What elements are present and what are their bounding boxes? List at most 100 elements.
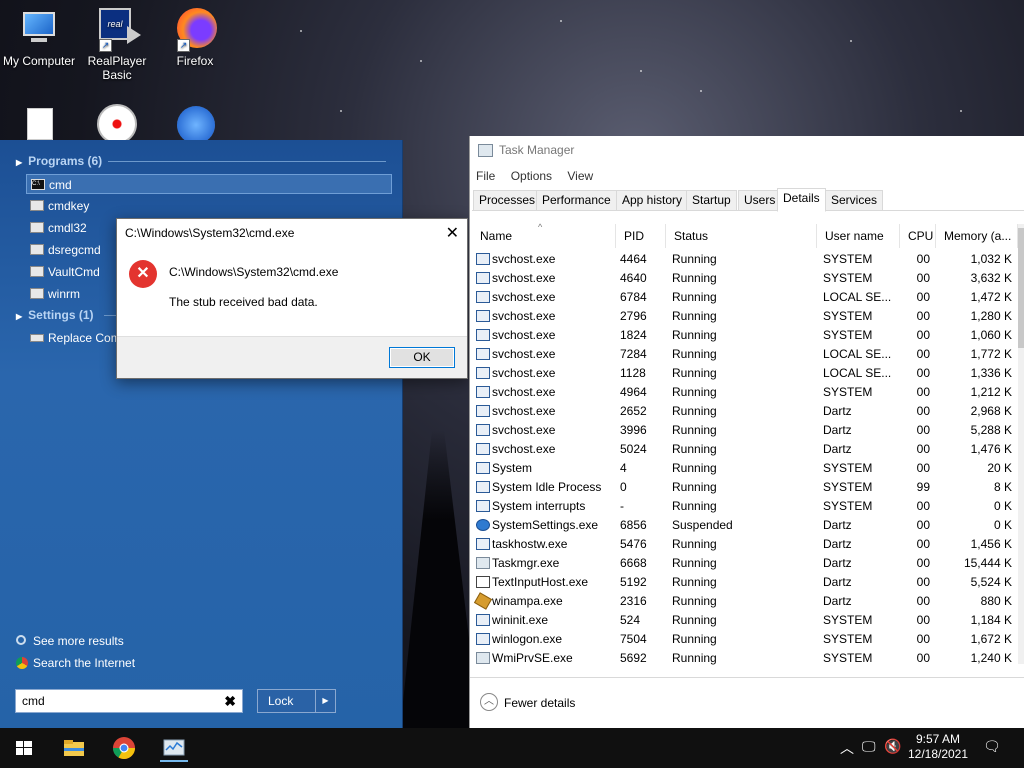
tab-users[interactable]: Users (738, 190, 782, 211)
tab-processes[interactable]: Processes (473, 190, 542, 211)
see-more-results-link[interactable]: See more results (16, 634, 124, 648)
title-bar[interactable]: Task Manager (470, 136, 1024, 165)
ok-button[interactable]: OK (389, 347, 455, 368)
desktop-icon-firefox[interactable]: ↗ Firefox (155, 8, 235, 68)
cell-name: SystemSettings.exe (492, 518, 599, 532)
cell-cpu: 00 (916, 404, 930, 418)
table-row[interactable]: svchost.exe 4464 Running SYSTEM 00 1,032 K (472, 250, 1024, 269)
realplayer-icon: real ↗ (97, 8, 141, 52)
table-row[interactable]: svchost.exe 7284 Running LOCAL SE... 00 1,772… (472, 345, 1024, 364)
cell-name: svchost.exe (492, 423, 556, 437)
table-row[interactable]: winlogon.exe 7504 Running SYSTEM 00 1,672 K (472, 630, 1024, 649)
task-manager-icon[interactable] (160, 734, 188, 762)
vertical-scrollbar[interactable] (1018, 224, 1024, 664)
cell-name: svchost.exe (492, 442, 556, 456)
table-row[interactable]: svchost.exe 1128 Running LOCAL SE... 00 1,336… (472, 364, 1024, 383)
table-row[interactable]: svchost.exe 6784 Running LOCAL SE... 00 1,472… (472, 288, 1024, 307)
cell-pid: 6856 (620, 518, 647, 532)
cell-status: Running (672, 461, 717, 475)
lock-button[interactable]: Lock ▶ (257, 689, 336, 713)
cell-pid: 7284 (620, 347, 647, 361)
cell-user: LOCAL SE... (823, 347, 892, 361)
table-row[interactable]: wininit.exe 524 Running SYSTEM 00 1,184 K (472, 611, 1024, 630)
cell-name: svchost.exe (492, 271, 556, 285)
cell-user: Dartz (823, 404, 852, 418)
table-row[interactable]: SystemSettings.exe 6856 Suspended Dartz 00 0 … (472, 516, 1024, 535)
clear-search-icon[interactable]: ✖ (224, 690, 236, 712)
programs-header[interactable]: ▶ Programs (6) (16, 154, 102, 168)
expand-triangle-icon: ▶ (16, 312, 23, 321)
service-host-icon (476, 253, 490, 265)
tab-services[interactable]: Services (825, 190, 884, 211)
volume-muted-icon[interactable]: 🔇 (884, 738, 901, 755)
tab-app-history[interactable]: App history (616, 190, 689, 211)
program-item-cmd[interactable]: C:\ cmd (26, 174, 392, 194)
search-internet-link[interactable]: Search the Internet (16, 656, 135, 670)
file-explorer-icon[interactable] (60, 734, 88, 762)
table-row[interactable]: svchost.exe 3996 Running Dartz 00 5,288 K (472, 421, 1024, 440)
cell-mem: 0 K (993, 499, 1012, 513)
service-host-icon (476, 481, 490, 493)
menu-file[interactable]: File (476, 169, 495, 183)
table-row[interactable]: svchost.exe 2796 Running SYSTEM 00 1,280 K (472, 307, 1024, 326)
table-row[interactable]: System 4 Running SYSTEM 00 20 K (472, 459, 1024, 478)
desktop-icon-realplayer[interactable]: real ↗ RealPlayer Basic (77, 8, 157, 82)
tab-startup[interactable]: Startup (686, 190, 737, 211)
settings-header[interactable]: ▶ Settings (1) (16, 308, 94, 322)
cell-mem: 3,632 K (970, 271, 1012, 285)
process-list: svchost.exe 4464 Running SYSTEM 00 1,032 Ksvc… (472, 250, 1024, 668)
cell-name: svchost.exe (492, 404, 556, 418)
table-row[interactable]: winampa.exe 2316 Running Dartz 00 880 K (472, 592, 1024, 611)
cell-user: LOCAL SE... (823, 366, 892, 380)
column-header-memory[interactable]: Memory (a... (936, 224, 1018, 248)
tree-silhouette (400, 430, 480, 730)
firefox-icon: ↗ (175, 8, 217, 52)
cell-status: Running (672, 480, 717, 494)
table-row[interactable]: taskhostw.exe 5476 Running Dartz 00 1,456 K (472, 535, 1024, 554)
column-header-pid[interactable]: PID (616, 224, 666, 248)
cell-mem: 880 K (980, 594, 1012, 608)
menu-view[interactable]: View (567, 169, 593, 183)
fewer-details-button[interactable]: ︿ Fewer details (480, 693, 575, 713)
tab-details[interactable]: Details (777, 188, 826, 212)
table-row[interactable]: System Idle Process 0 Running SYSTEM 99 8 K (472, 478, 1024, 497)
menu-options[interactable]: Options (511, 169, 552, 183)
table-row[interactable]: svchost.exe 5024 Running Dartz 00 1,476 K (472, 440, 1024, 459)
network-icon[interactable]: 🖵 (862, 738, 876, 755)
column-header-name[interactable]: Name ^ (472, 222, 616, 248)
program-item-cmdkey[interactable]: cmdkey (26, 196, 392, 216)
column-header-status[interactable]: Status (666, 224, 817, 248)
table-row[interactable]: svchost.exe 1824 Running SYSTEM 00 1,060 K (472, 326, 1024, 345)
gear-icon (476, 519, 490, 531)
winrm-icon (30, 288, 44, 299)
cell-cpu: 00 (916, 366, 930, 380)
column-header-username[interactable]: User name (817, 224, 900, 248)
table-row[interactable]: svchost.exe 4640 Running SYSTEM 00 3,632 K (472, 269, 1024, 288)
close-icon[interactable]: ✕ (446, 223, 459, 243)
power-options-arrow-icon[interactable]: ▶ (315, 690, 335, 712)
cell-mem: 15,444 K (963, 556, 1012, 570)
cell-user: SYSTEM (823, 632, 873, 646)
table-row[interactable]: svchost.exe 4964 Running SYSTEM 00 1,212 K (472, 383, 1024, 402)
cell-name: svchost.exe (492, 290, 556, 304)
table-row[interactable]: Taskmgr.exe 6668 Running Dartz 00 15,444 K (472, 554, 1024, 573)
cell-mem: 2,968 K (970, 404, 1012, 418)
scrollbar-thumb[interactable] (1018, 228, 1024, 348)
column-header-cpu[interactable]: CPU (900, 224, 936, 248)
cell-user: Dartz (823, 575, 852, 589)
cell-pid: 5024 (620, 442, 647, 456)
windows-start-icon[interactable] (10, 734, 38, 762)
clock[interactable]: 9:57 AM 12/18/2021 (904, 732, 972, 762)
table-row[interactable]: TextInputHost.exe 5192 Running Dartz 00 5,524… (472, 573, 1024, 592)
table-row[interactable]: WmiPrvSE.exe 5692 Running SYSTEM 00 1,240 K (472, 649, 1024, 668)
cell-status: Running (672, 442, 717, 456)
show-hidden-icons-chevron-icon[interactable]: ︿ (840, 738, 854, 758)
cell-cpu: 00 (916, 442, 930, 456)
chrome-icon[interactable] (110, 734, 138, 762)
table-row[interactable]: System interrupts - Running SYSTEM 00 0 K (472, 497, 1024, 516)
start-search-input[interactable]: cmd ✖ (15, 689, 243, 713)
tab-performance[interactable]: Performance (536, 190, 617, 211)
notification-icon[interactable]: 🗨 (983, 738, 1001, 755)
table-row[interactable]: svchost.exe 2652 Running Dartz 00 2,968 K (472, 402, 1024, 421)
desktop-icon-my-computer[interactable]: My Computer (0, 8, 79, 68)
